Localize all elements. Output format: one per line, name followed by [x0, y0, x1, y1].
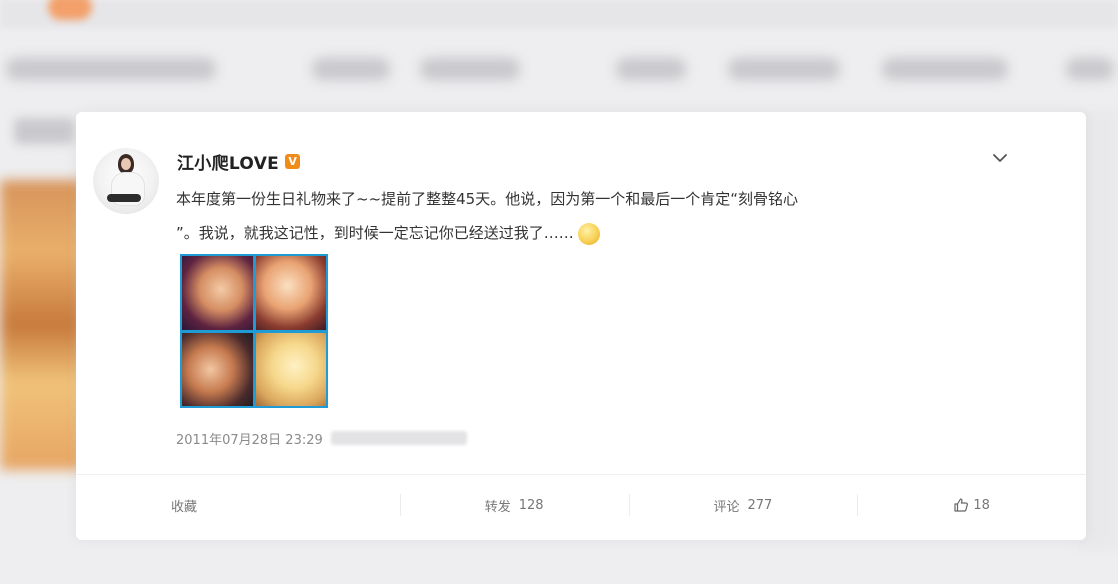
avatar[interactable] — [93, 148, 159, 214]
favorite-label: 收藏 — [171, 499, 198, 515]
avatar-legs — [107, 194, 141, 202]
weibo-post-card: 江小爬LOVE V 本年度第一份生日礼物来了~~提前了整整45天。他说，因为第一… — [76, 112, 1086, 540]
photo-tile — [255, 256, 326, 330]
photo-tile — [255, 332, 326, 406]
author-row: 江小爬LOVE V — [177, 149, 301, 174]
post-text: 本年度第一份生日礼物来了~~提前了整整45天。他说，因为第一个和最后一个肯定“刻… — [176, 182, 1006, 250]
repost-label: 转发 — [484, 499, 511, 515]
favorite-button[interactable]: 收藏 — [76, 490, 400, 520]
emoji-icon — [577, 222, 600, 245]
action-bar: 收藏 转发 128 评论 277 18 — [76, 490, 1086, 520]
comment-count: 277 — [747, 497, 773, 513]
author-name[interactable]: 江小爬LOVE — [177, 149, 279, 174]
thumbs-up-icon — [954, 498, 969, 512]
like-button[interactable]: 18 — [857, 490, 1086, 520]
background-logo — [48, 0, 92, 20]
post-meta: 2011年07月28日 23:29 — [176, 429, 467, 448]
post-timestamp[interactable]: 2011年07月28日 23:29 — [176, 429, 323, 448]
photo-tile — [182, 256, 253, 330]
divider — [76, 474, 1086, 475]
post-text-line-1: 本年度第一份生日礼物来了~~提前了整整45天。他说，因为第一个和最后一个肯定“刻… — [176, 190, 798, 208]
background-top-bar — [0, 0, 1118, 28]
chevron-down-icon[interactable] — [988, 146, 1012, 170]
post-source-blurred — [330, 431, 467, 445]
vip-badge-icon: V — [285, 153, 301, 169]
post-text-line-2: ”。我说，就我这记性，到时候一定忘记你已经送过我了…… — [176, 216, 1006, 250]
avatar-face — [121, 158, 131, 170]
background-left-chip — [14, 118, 74, 144]
post-text-line-2-content: ”。我说，就我这记性，到时候一定忘记你已经送过我了…… — [176, 224, 574, 242]
photo-tile — [182, 332, 253, 406]
repost-count: 128 — [518, 497, 544, 513]
background-left-photo — [0, 180, 82, 470]
comment-button[interactable]: 评论 277 — [628, 490, 858, 520]
post-photo[interactable] — [180, 254, 328, 408]
comment-label: 评论 — [713, 499, 740, 515]
background-nav-blurred — [0, 40, 1118, 100]
repost-button[interactable]: 转发 128 — [399, 490, 629, 520]
like-count: 18 — [973, 497, 990, 513]
